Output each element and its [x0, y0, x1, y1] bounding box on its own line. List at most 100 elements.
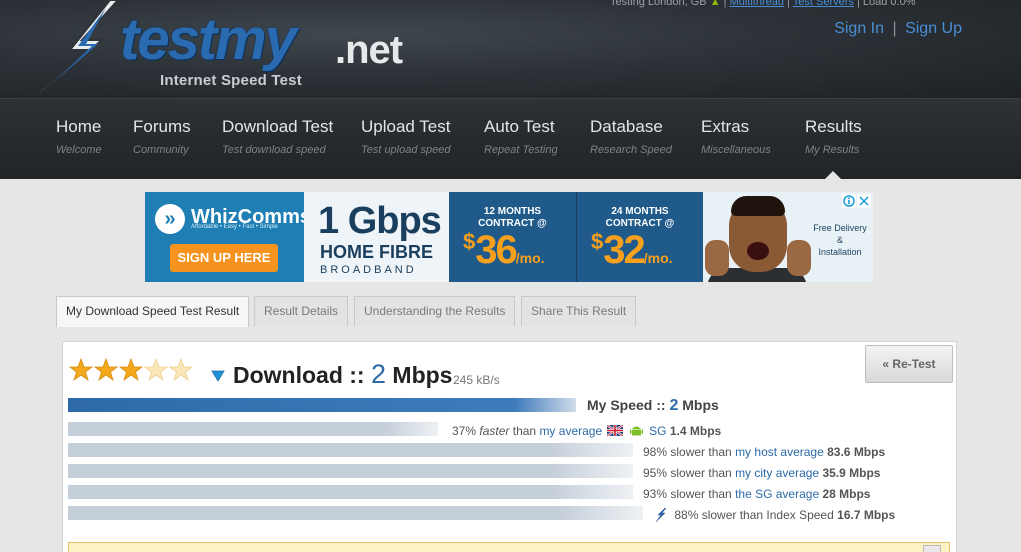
comparison-percent: 98% slower than: [643, 445, 732, 459]
multithread-link[interactable]: Multithread: [730, 0, 784, 8]
logo-wordmark: testmy: [120, 7, 297, 72]
ad-person-hair: [731, 196, 785, 216]
ad-offer-terms: 12 MONTHS CONTRACT @: [449, 206, 576, 230]
star-filled-icon: [94, 358, 118, 382]
comparison-bar: [68, 506, 643, 520]
ad-offer-price: $36/mo.: [463, 228, 545, 273]
comparison-qualifier: faster: [479, 424, 510, 438]
comparison-label: 95% slower than my city average 35.9 Mbp…: [643, 466, 880, 480]
sg-average-link[interactable]: the SG average: [735, 487, 819, 501]
ad-offer-24: 24 MONTHS CONTRACT @ $32/mo.: [576, 192, 703, 282]
nav-subtitle: Test upload speed: [361, 144, 451, 156]
comparison-than: than: [512, 424, 537, 438]
uk-flag-icon: [607, 425, 624, 436]
nav-title: Forums: [133, 117, 191, 136]
ad-banner[interactable]: » WhizComms Affordable • Easy • Fast • S…: [145, 192, 873, 282]
ad-price-amount: 36: [475, 228, 517, 272]
comparison-label: 93% slower than the SG average 28 Mbps: [643, 487, 870, 501]
nav-title: Home: [56, 117, 102, 136]
nav-subtitle: Research Speed: [590, 144, 672, 156]
star-filled-icon: [119, 358, 143, 382]
ad-brand-panel: » WhizComms Affordable • Easy • Fast • S…: [145, 192, 311, 282]
my-speed-unit: Mbps: [682, 397, 719, 413]
sign-in-link[interactable]: Sign In: [834, 20, 884, 37]
ad-offer-months: 12 MONTHS: [483, 206, 542, 217]
ad-product-sub: BROADBAND: [320, 264, 417, 276]
ad-signup-button[interactable]: SIGN UP HERE: [170, 244, 278, 272]
ad-speed: 1 Gbps: [318, 200, 442, 242]
my-speed-prefix: My Speed ::: [587, 397, 666, 413]
retest-button[interactable]: « Re-Test: [865, 345, 953, 383]
comparison-label: 88% slower than Index Speed 16.7 Mbps: [655, 508, 895, 522]
nav-subtitle: Community: [133, 144, 189, 156]
nav-title: Results: [805, 117, 862, 136]
nav-subtitle: My Results: [805, 144, 860, 156]
logo-tagline: Internet Speed Test: [160, 72, 302, 89]
download-speed-kbs: 245 kB/s: [453, 373, 500, 387]
ad-price-currency: $: [591, 229, 604, 254]
nav-item-download-test[interactable]: Download Test Test download speed: [222, 117, 333, 156]
ad-product: HOME FIBRE: [320, 242, 434, 262]
site-logo[interactable]: testmy .net Internet Speed Test: [40, 0, 420, 98]
active-nav-pointer: [824, 171, 842, 180]
ad-offer-price: $32/mo.: [591, 228, 673, 273]
ad-delivery-line: Free Delivery: [813, 223, 867, 233]
download-result-title: Download :: 2 Mbps: [233, 359, 452, 390]
my-speed-value: 2: [669, 397, 679, 414]
index-speed-icon: [655, 508, 667, 522]
comparison-label: 37% faster than my average SG 1.4 Mbps: [452, 424, 721, 438]
tab-result-details[interactable]: Result Details: [254, 296, 349, 326]
adchoices-icon[interactable]: [842, 194, 856, 208]
ad-person-hand: [787, 240, 811, 276]
nav-item-results[interactable]: Results My Results: [805, 117, 862, 156]
auth-links: Sign In | Sign Up: [834, 20, 962, 38]
nav-subtitle: Miscellaneous: [701, 144, 771, 156]
star-empty-icon: [169, 358, 193, 382]
my-speed-label: My Speed :: 2 Mbps: [587, 397, 719, 415]
notice-close-button[interactable]: [923, 545, 941, 552]
nav-title: Extras: [701, 117, 750, 136]
download-arrow-icon: [211, 370, 225, 382]
ad-offer-months: 24 MONTHS: [611, 206, 669, 217]
nav-item-auto-test[interactable]: Auto Test Repeat Testing: [484, 117, 558, 156]
nav-title: Auto Test: [484, 117, 555, 136]
ad-product-panel: 1 Gbps HOME FIBRE BROADBAND: [304, 192, 449, 282]
ad-person-mouth: [747, 242, 769, 260]
auth-separator: |: [892, 20, 897, 37]
ad-price-period: /mo.: [643, 250, 673, 266]
close-icon[interactable]: [857, 194, 871, 208]
test-servers-link[interactable]: Test Servers: [793, 0, 854, 8]
tab-share-result[interactable]: Share This Result: [521, 296, 637, 326]
comparison-bar: [68, 443, 633, 457]
main-nav: Home Welcome Forums Community Download T…: [0, 98, 1021, 179]
sign-up-link[interactable]: Sign Up: [905, 20, 962, 37]
comparison-value: 28 Mbps: [822, 487, 871, 501]
nav-item-database[interactable]: Database Research Speed: [590, 117, 672, 156]
nav-title: Upload Test: [361, 117, 451, 136]
status-location: Testing London, GB: [610, 0, 707, 8]
ad-tagline: Affordable • Easy • Fast • Simple: [191, 224, 278, 230]
my-average-link[interactable]: my average: [539, 424, 602, 438]
signal-icon: ▲: [709, 0, 721, 8]
comparison-bar: [68, 422, 438, 436]
ad-delivery-line: Installation: [818, 247, 862, 257]
comparison-label: 98% slower than my host average 83.6 Mbp…: [643, 445, 885, 459]
tab-understanding-results[interactable]: Understanding the Results: [354, 296, 516, 326]
host-average-link[interactable]: my host average: [735, 445, 824, 459]
nav-item-extras[interactable]: Extras Miscellaneous: [701, 117, 771, 156]
ad-offer-12: 12 MONTHS CONTRACT @ $36/mo.: [449, 192, 576, 282]
star-filled-icon: [69, 358, 93, 382]
download-label: Download ::: [233, 362, 365, 388]
comparison-percent: 93% slower than: [643, 487, 732, 501]
notice-box: [68, 542, 950, 552]
ad-price-period: /mo.: [515, 250, 545, 266]
star-empty-icon: [144, 358, 168, 382]
city-average-link[interactable]: my city average: [735, 466, 819, 480]
server-status: Testing London, GB ▲ | Multithread | Tes…: [610, 0, 1010, 10]
nav-item-home[interactable]: Home Welcome: [56, 117, 102, 156]
comparison-bar: [68, 485, 633, 499]
nav-item-upload-test[interactable]: Upload Test Test upload speed: [361, 117, 451, 156]
nav-item-forums[interactable]: Forums Community: [133, 117, 191, 156]
tab-my-download-result[interactable]: My Download Speed Test Result: [56, 296, 250, 327]
nav-title: Download Test: [222, 117, 334, 136]
